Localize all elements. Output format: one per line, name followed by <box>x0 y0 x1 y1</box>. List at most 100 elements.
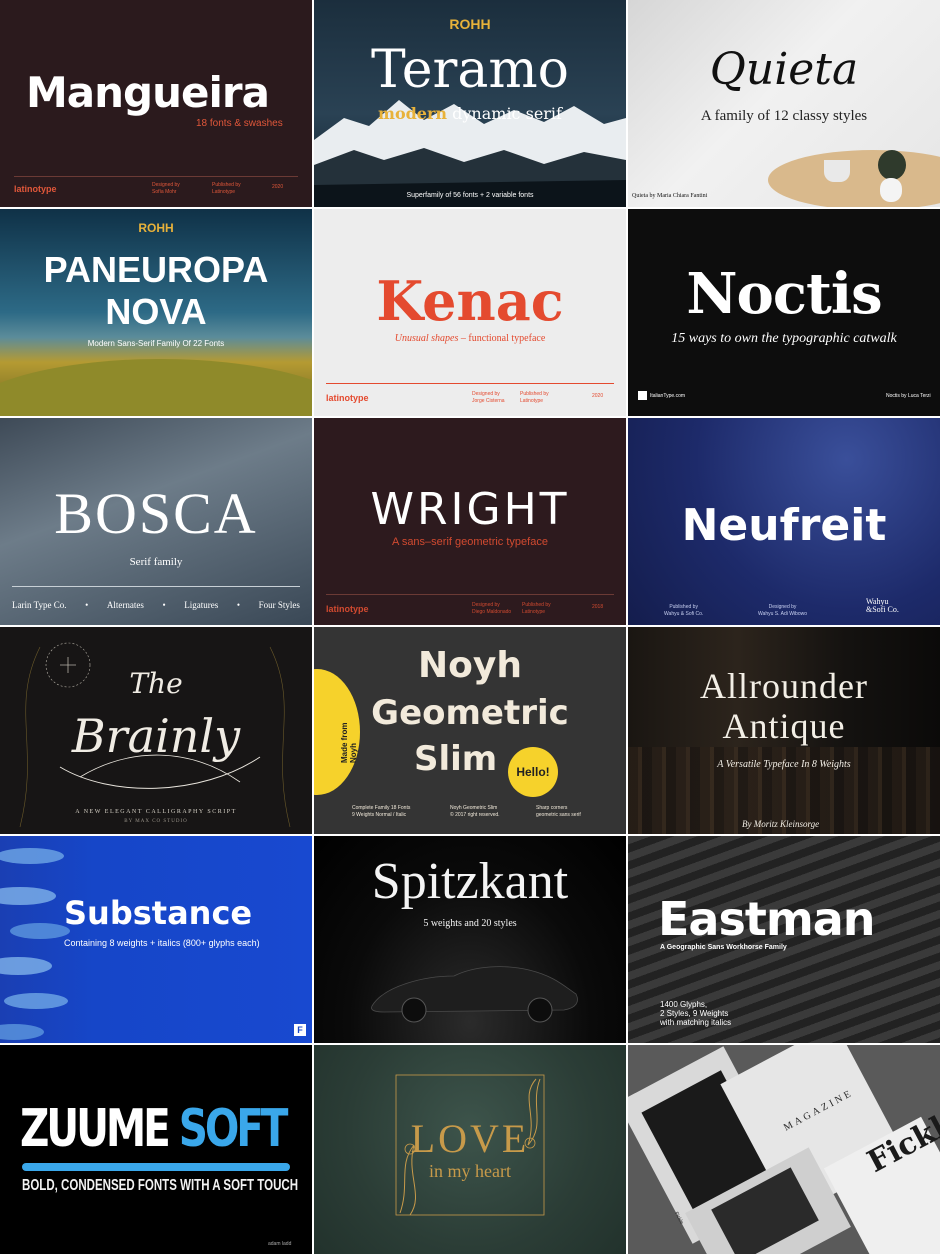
noctis-logo-icon <box>638 391 647 400</box>
noyh-col2: Noyh Geometric Slim © 2017 right reserved… <box>450 805 500 818</box>
wright-year: 2018 <box>592 604 604 610</box>
mangueira-publisher: Published by Latinotype <box>212 182 241 195</box>
zuume-credit: adam ladd <box>268 1241 292 1247</box>
brainly-title-1: The <box>129 667 183 700</box>
brainly-title-2: Brainly <box>71 709 241 763</box>
love-title-1: LOVE <box>410 1116 530 1161</box>
eastman-info: 1400 Glyphs, 2 Styles, 9 Weights with ma… <box>660 1000 732 1028</box>
tile-love[interactable]: LOVE in my heart <box>314 1045 626 1254</box>
zuume-subtitle: BOLD, CONDENSED FONTS WITH A SOFT TOUCH <box>22 1177 299 1194</box>
noyh-title-3: Slim <box>414 739 498 779</box>
substance-logo: F <box>294 1024 306 1036</box>
mangueira-designer: Designed by Sofía Mohr <box>152 182 180 195</box>
allrounder-title-1: Allrounder <box>700 666 868 706</box>
tile-kenac[interactable]: Kenac Unusual shapes – functional typefa… <box>314 209 626 416</box>
bosca-divider <box>12 586 300 587</box>
tile-zuume[interactable]: ZUUME SOFT BOLD, CONDENSED FONTS WITH A … <box>0 1045 312 1254</box>
tile-noyh[interactable]: Made from Noyh Noyh Geometric Slim Hello… <box>314 627 626 834</box>
tile-allrounder[interactable]: Allrounder Antique A Versatile Typeface … <box>628 627 940 834</box>
kenac-publisher: Published by Latinotype <box>520 391 549 404</box>
paneuropa-title-1: PANEUROPA <box>43 249 269 290</box>
tile-noctis[interactable]: Noctis 15 ways to own the typographic ca… <box>628 209 940 416</box>
tile-eastman[interactable]: Eastman A Geographic Sans Workhorse Fami… <box>628 836 940 1043</box>
neufreit-logo: Wahyu &Sofi Co. <box>866 597 899 614</box>
teramo-footer: Superfamily of 56 fonts + 2 variable fon… <box>406 192 534 199</box>
paneuropa-subtitle: Modern Sans-Serif Family Of 22 Fonts <box>87 339 225 348</box>
bosca-footer-item: Alternates <box>106 600 144 610</box>
tile-neufreit[interactable]: Neufreit Published by Wahyu & Sofi Co. De… <box>628 418 940 625</box>
noctis-credit: Noctis by Luca Terzi <box>886 393 931 399</box>
paneuropa-hill <box>0 359 312 416</box>
allrounder-subtitle: A Versatile Typeface In 8 Weights <box>717 759 851 770</box>
wright-designer: Designed by Diego Maldonado <box>472 602 512 615</box>
neufreit-designer: Designed by Wahyu S. Adi Wibowo <box>758 604 808 617</box>
wright-title: WRIGHT <box>370 484 570 535</box>
mangueira-subtitle: 18 fonts & swashes <box>196 118 283 129</box>
noyh-title-1: Noyh <box>418 645 522 686</box>
zuume-title: ZUUME SOFT <box>20 1099 288 1159</box>
teramo-brand: ROHH <box>449 16 491 32</box>
substance-title: Substance <box>64 894 253 932</box>
wright-subtitle: A sans–serif geometric typeface <box>392 536 548 548</box>
tile-fickle[interactable]: MAGAZINE Fickle Fickle <box>628 1045 940 1254</box>
bosca-footer-sep: • <box>85 600 89 610</box>
quieta-cup <box>824 160 850 182</box>
tile-teramo[interactable]: ROHH Teramo modern dynamic serif Superfa… <box>314 0 626 207</box>
paneuropa-title-2: NOVA <box>105 291 207 332</box>
quieta-subtitle: A family of 12 classy styles <box>700 108 868 124</box>
mangueira-year: 2020 <box>272 184 284 190</box>
quieta-table <box>768 150 940 207</box>
tile-spitzkant[interactable]: Spitzkant 5 weights and 20 styles <box>314 836 626 1043</box>
kenac-logo: latinotype <box>326 393 369 403</box>
noyh-title-2: Geometric <box>371 693 569 733</box>
teramo-title: Teramo <box>371 40 569 100</box>
tile-substance[interactable]: Substance Containing 8 weights + italics… <box>0 836 312 1043</box>
wright-publisher: Published by Latinotype <box>522 602 551 615</box>
bosca-footer: Larin Type Co. • Alternates • Ligatures … <box>12 600 300 610</box>
neufreit-title: Neufreit <box>681 500 887 551</box>
kenac-title: Kenac <box>376 269 564 333</box>
font-gallery-grid: Mangueira 18 fonts & swashes latinotype … <box>0 0 940 1254</box>
tile-bosca[interactable]: BOSCA Serif family Larin Type Co. • Alte… <box>0 418 312 625</box>
noyh-col3: Sharp corners geometric sans serif <box>536 805 581 818</box>
mangueira-divider <box>14 176 298 177</box>
noctis-subtitle: 15 ways to own the typographic catwalk <box>671 331 897 346</box>
quieta-vase <box>880 178 902 202</box>
tile-paneuropa[interactable]: ROHH PANEUROPA NOVA Modern Sans-Serif Fa… <box>0 209 312 416</box>
wright-divider <box>326 594 614 595</box>
allrounder-title-2: Antique <box>722 706 846 746</box>
substance-subtitle: Containing 8 weights + italics (800+ gly… <box>64 938 260 948</box>
neufreit-publisher: Published by Wahyu & Sofi Co. <box>664 604 704 617</box>
kenac-subtitle: Unusual shapes – functional typeface <box>394 333 546 344</box>
love-title-2: in my heart <box>429 1161 511 1181</box>
teramo-subtitle: modern dynamic serif <box>378 104 562 123</box>
bosca-title: BOSCA <box>54 481 258 546</box>
mangueira-title: Mangueira <box>26 68 270 117</box>
bosca-footer-item: Ligatures <box>184 600 219 610</box>
tile-quieta[interactable]: Quieta A family of 12 classy styles Quie… <box>628 0 940 207</box>
eastman-subtitle: A Geographic Sans Workhorse Family <box>660 944 787 951</box>
spitzkant-title: Spitzkant <box>371 853 569 910</box>
bosca-footer-item: Larin Type Co. <box>12 600 67 610</box>
tile-mangueira[interactable]: Mangueira 18 fonts & swashes latinotype … <box>0 0 312 207</box>
eastman-title: Eastman <box>658 892 876 946</box>
bosca-subtitle: Serif family <box>129 556 183 568</box>
quieta-plant <box>878 150 906 180</box>
noyh-col1: Complete Family 18 Fonts 9 Weights Normal… <box>352 805 411 818</box>
tile-wright[interactable]: WRIGHT A sans–serif geometric typeface l… <box>314 418 626 625</box>
kenac-year: 2020 <box>592 393 604 399</box>
brainly-credit: BY MAX CO STUDIO <box>124 819 188 824</box>
quieta-title: Quieta <box>709 44 859 95</box>
bosca-footer-sep: • <box>162 600 166 610</box>
brainly-subtitle: A NEW ELEGANT CALLIGRAPHY SCRIPT <box>75 809 237 815</box>
noctis-title: Noctis <box>686 261 882 327</box>
kenac-designer: Designed by Jorge Cisterna <box>472 391 505 404</box>
kenac-divider <box>326 383 614 384</box>
zuume-bar <box>22 1163 290 1171</box>
bosca-footer-sep: • <box>236 600 241 610</box>
mangueira-logo: latinotype <box>14 184 57 194</box>
noyh-badge: Hello! <box>508 747 558 797</box>
tile-brainly[interactable]: The Brainly A NEW ELEGANT CALLIGRAPHY SC… <box>0 627 312 834</box>
wright-logo: latinotype <box>326 604 369 614</box>
noctis-logo-text: ItalianType.com <box>650 393 686 399</box>
